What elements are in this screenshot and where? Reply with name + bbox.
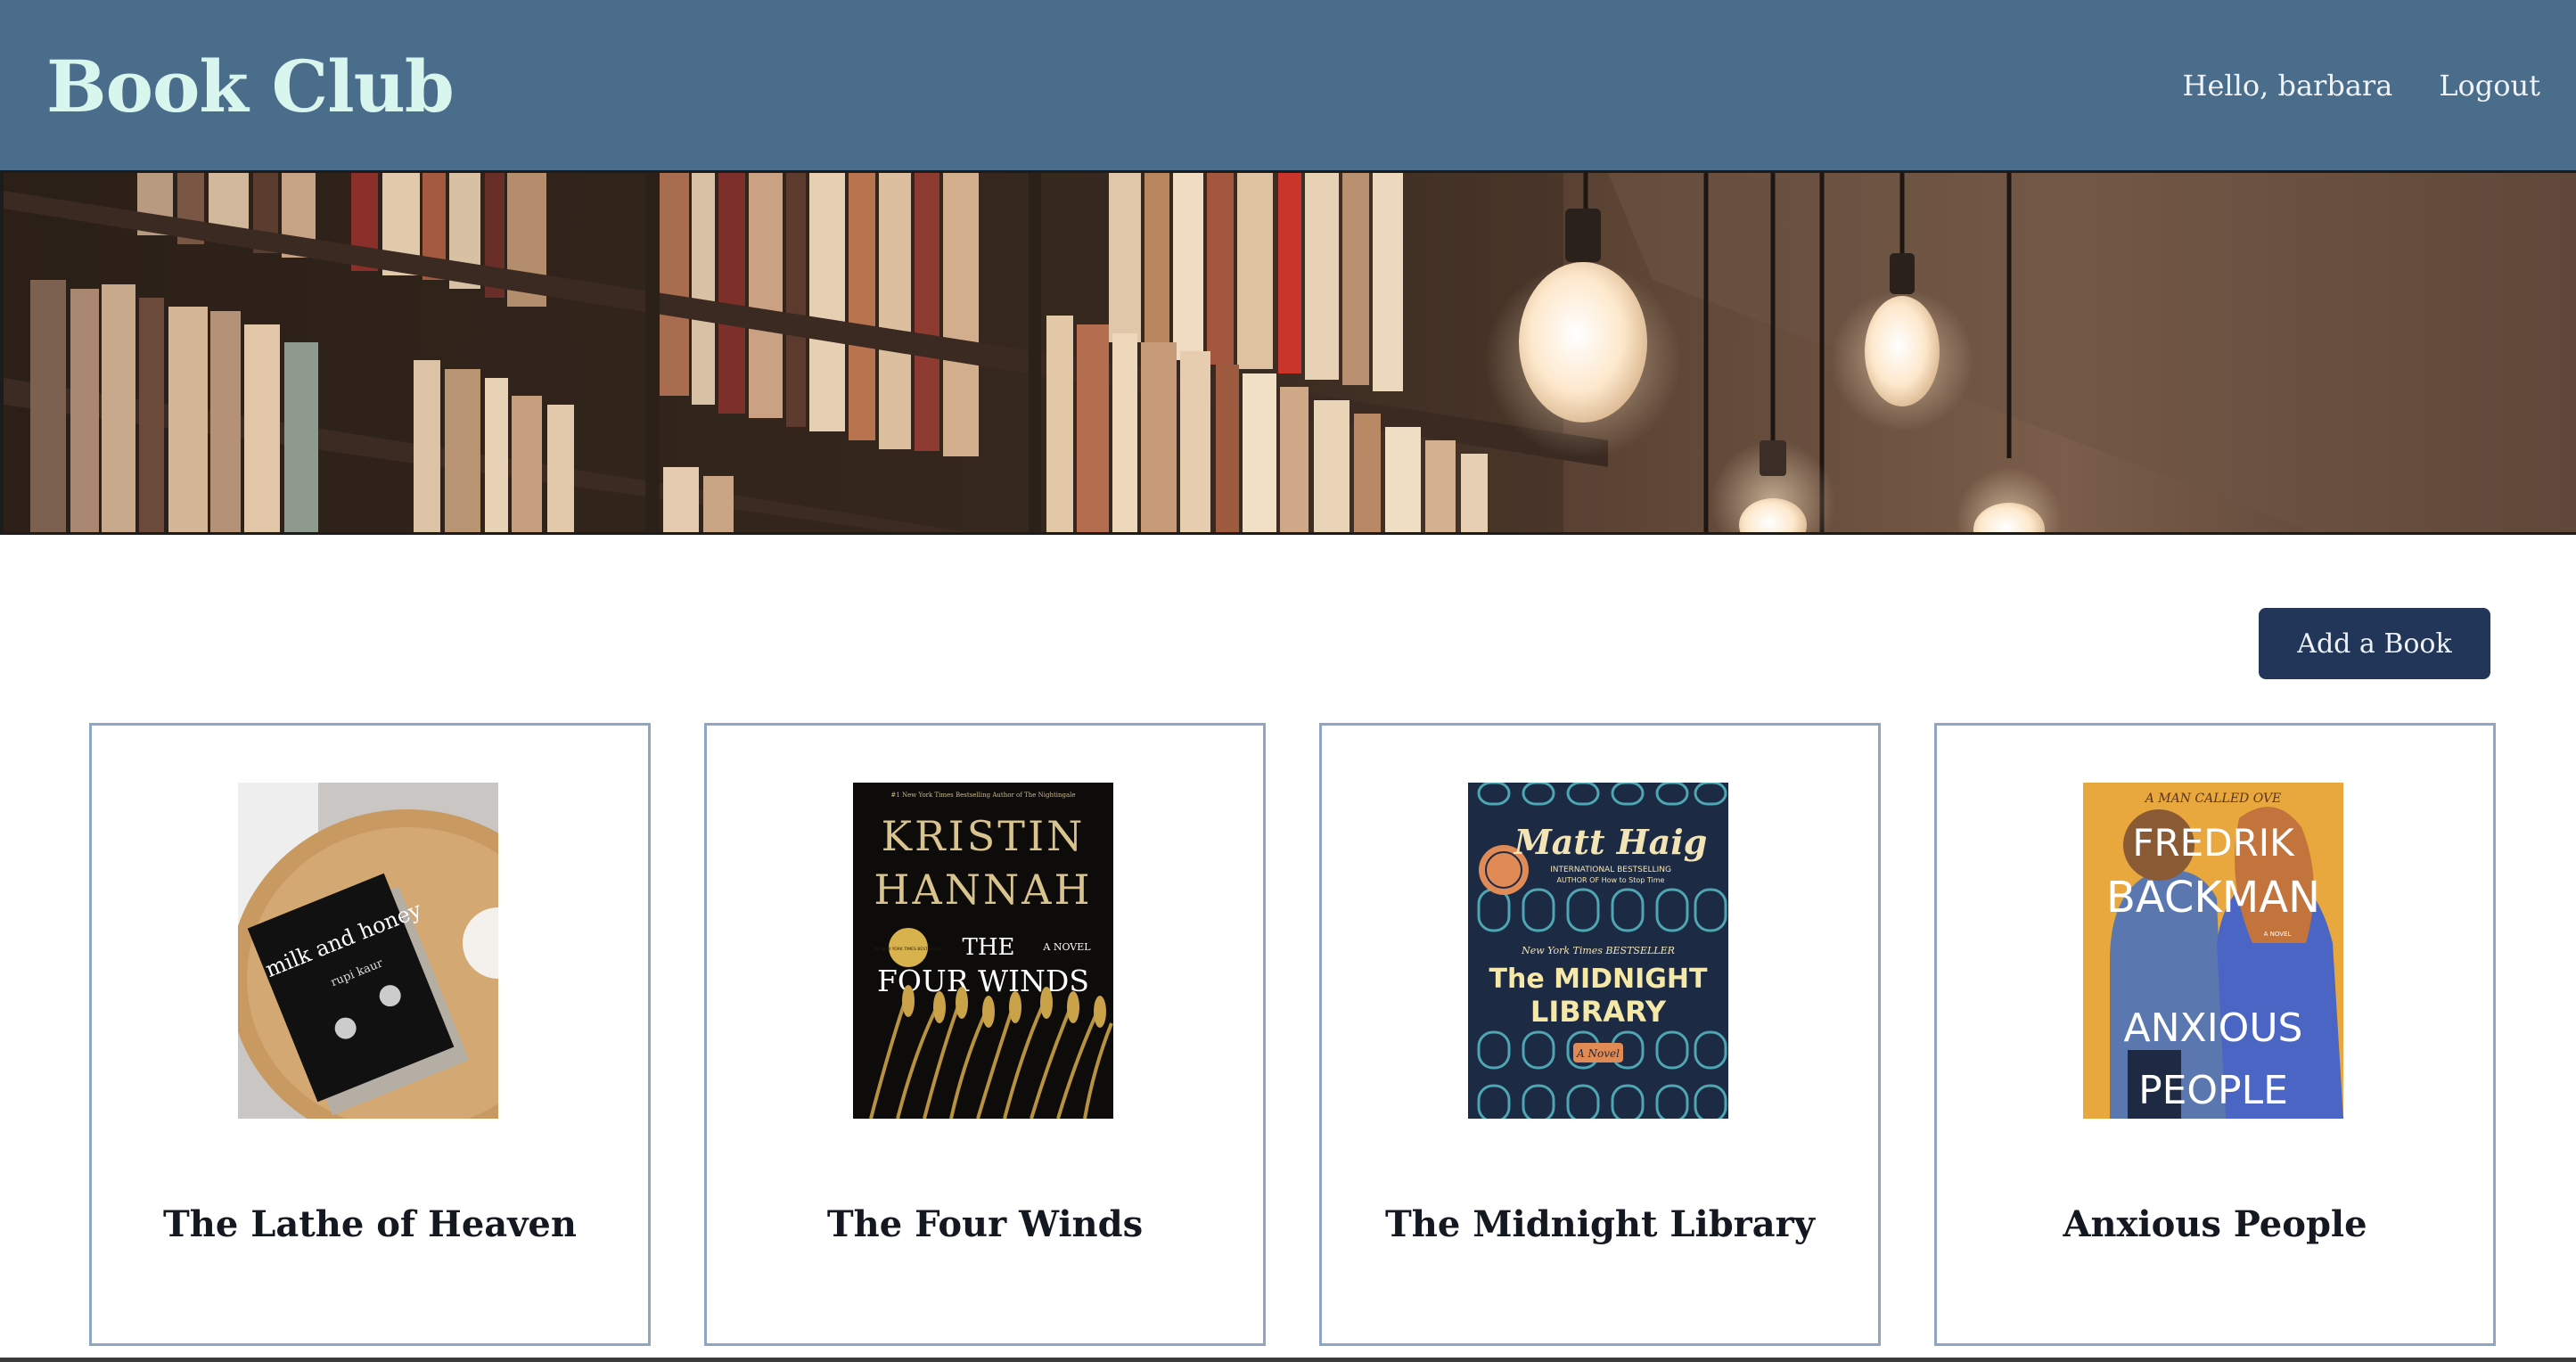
logout-link[interactable]: Logout bbox=[2439, 61, 2540, 111]
book-title[interactable]: The Midnight Library bbox=[1322, 1198, 1878, 1251]
add-book-button[interactable]: Add a Book bbox=[2259, 608, 2490, 679]
cover-tagline: #1 New York Times Bestselling Author of … bbox=[890, 792, 1075, 799]
book-cover-image[interactable]: #1 New York Times Bestselling Author of … bbox=[853, 783, 1113, 1119]
cover-tagline: A MAN CALLED OVE bbox=[2144, 792, 2282, 806]
book-title[interactable]: The Four Winds bbox=[707, 1198, 1263, 1251]
cover-author-first: FREDRIK bbox=[2132, 821, 2295, 865]
cover-author-last: HANNAH bbox=[874, 866, 1092, 914]
book-cover-image[interactable]: Matt Haig INTERNATIONAL BESTSELLING AUTH… bbox=[1468, 783, 1728, 1119]
book-title[interactable]: Anxious People bbox=[1937, 1198, 2493, 1251]
cover-author-last: BACKMAN bbox=[2106, 873, 2320, 923]
book-card[interactable]: #1 New York Times Bestselling Author of … bbox=[704, 723, 1266, 1346]
book-card[interactable]: A MAN CALLED OVE FREDRIK BACKMAN A NOVEL… bbox=[1934, 723, 2496, 1346]
cover-title-line2: PEOPLE bbox=[2138, 1068, 2288, 1113]
hero-banner bbox=[0, 173, 2576, 535]
cover-author-first: KRISTIN bbox=[882, 812, 1086, 860]
cover-badge: #1 NEW YORK TIMES BESTSELLER bbox=[874, 947, 942, 952]
book-cover-image[interactable]: A MAN CALLED OVE FREDRIK BACKMAN A NOVEL… bbox=[2083, 783, 2343, 1119]
cover-subtitle: A Novel bbox=[1576, 1047, 1620, 1060]
book-card[interactable]: milk and honey rupi kaur The Lathe of He… bbox=[89, 723, 651, 1346]
user-nav: Hello, barbara Logout bbox=[2183, 61, 2540, 111]
navbar: Book Club Hello, barbara Logout bbox=[0, 0, 2576, 173]
cover-title-line1: ANXIOUS bbox=[2124, 1005, 2303, 1051]
window-bottom-edge bbox=[0, 1358, 2576, 1362]
cover-author: Matt Haig bbox=[1513, 822, 1708, 862]
cover-line-3: New York Times BESTSELLER bbox=[1521, 945, 1675, 956]
book-card[interactable]: Matt Haig INTERNATIONAL BESTSELLING AUTH… bbox=[1319, 723, 1881, 1346]
cover-title-line1: The MIDNIGHT bbox=[1489, 964, 1709, 995]
cover-subtitle: A NOVEL bbox=[1042, 941, 1091, 953]
bookshelf-banner-image bbox=[4, 173, 2576, 532]
cover-line-2: AUTHOR OF How to Stop Time bbox=[1557, 876, 1665, 884]
book-title[interactable]: The Lathe of Heaven bbox=[92, 1198, 648, 1251]
cover-subtitle: A NOVEL bbox=[2264, 931, 2292, 938]
cover-title-line1: THE bbox=[963, 934, 1015, 961]
brand-title[interactable]: Book Club bbox=[46, 37, 455, 135]
book-cover-image[interactable]: milk and honey rupi kaur bbox=[238, 783, 498, 1119]
user-greeting: Hello, barbara bbox=[2182, 69, 2393, 103]
cover-line-1: INTERNATIONAL BESTSELLING bbox=[1550, 866, 1671, 874]
cover-title-line2: LIBRARY bbox=[1530, 995, 1667, 1029]
